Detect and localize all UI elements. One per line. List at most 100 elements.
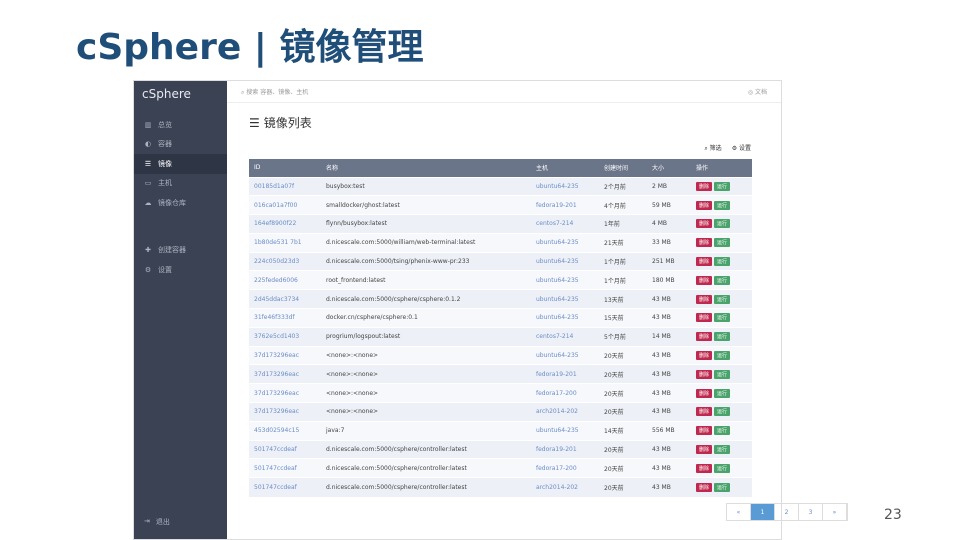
host[interactable]: centos7-214 [531, 214, 599, 234]
run-button[interactable]: 运行 [714, 219, 731, 229]
column-header[interactable]: ID [249, 159, 321, 177]
run-button[interactable]: 运行 [714, 388, 731, 398]
run-button[interactable]: 运行 [714, 332, 731, 342]
size: 2 MB [647, 176, 691, 196]
delete-button[interactable]: 删除 [696, 482, 713, 492]
run-button[interactable]: 运行 [714, 294, 731, 304]
delete-button[interactable]: 删除 [696, 200, 713, 210]
host[interactable]: ubuntu64-235 [531, 176, 599, 196]
delete-button[interactable]: 删除 [696, 313, 713, 323]
image-id[interactable]: 37d173296eac [249, 345, 321, 365]
delete-button[interactable]: 删除 [696, 332, 713, 342]
sidebar-item[interactable]: ☰ 镜像 [134, 154, 227, 174]
image-id[interactable]: 37d173296eac [249, 383, 321, 403]
run-button[interactable]: 运行 [714, 257, 731, 267]
run-button[interactable]: 运行 [714, 407, 731, 417]
sidebar-item[interactable]: ✚ 创建容器 [134, 241, 227, 261]
image-id[interactable]: 2d45ddac3734 [249, 289, 321, 309]
sidebar-item-label: 创建容器 [158, 246, 186, 255]
image-id[interactable]: 225feded6006 [249, 270, 321, 290]
host[interactable]: ubuntu64-235 [531, 251, 599, 271]
delete-button[interactable]: 删除 [696, 219, 713, 229]
run-button[interactable]: 运行 [714, 463, 731, 473]
host[interactable]: ubuntu64-235 [531, 232, 599, 253]
page-button[interactable]: 3 [799, 504, 823, 520]
created: 1个月前 [599, 270, 647, 290]
image-id[interactable]: 00185d1a07f [249, 176, 321, 196]
sidebar-item-label: 容器 [158, 140, 172, 149]
run-button[interactable]: 运行 [714, 200, 731, 210]
run-button[interactable]: 运行 [714, 275, 731, 285]
page-button[interactable]: 2 [775, 504, 799, 520]
run-button[interactable]: 运行 [714, 238, 731, 248]
host[interactable]: arch2014-202 [531, 402, 599, 422]
image-id[interactable]: 37d173296eac [249, 402, 321, 422]
delete-button[interactable]: 删除 [696, 369, 713, 379]
delete-button[interactable]: 删除 [696, 238, 713, 248]
page-button[interactable]: « [727, 504, 751, 520]
delete-button[interactable]: 删除 [696, 351, 713, 361]
table-row: 1b80de531 7b1 d.nicescale.com:5000/willia… [249, 232, 752, 253]
delete-button[interactable]: 删除 [696, 181, 713, 191]
delete-button[interactable]: 删除 [696, 463, 713, 473]
image-id[interactable]: 501747ccdeaf [249, 458, 321, 478]
run-button[interactable]: 运行 [714, 181, 731, 191]
image-id[interactable]: 3762e5cd1403 [249, 326, 321, 347]
actions: 删除 运行 [691, 176, 752, 196]
column-header: 名称 [321, 159, 531, 177]
image-id[interactable]: 501747ccdeaf [249, 477, 321, 497]
sidebar-item[interactable]: ⚙ 设置 [134, 260, 227, 280]
host[interactable]: centos7-214 [531, 326, 599, 347]
table-row: 00185d1a07f busybox:test ubuntu64-235 2个月前 2… [249, 176, 752, 196]
host[interactable]: ubuntu64-235 [531, 270, 599, 290]
delete-button[interactable]: 删除 [696, 294, 713, 304]
run-button[interactable]: 运行 [714, 445, 731, 455]
settings-button[interactable]: ⚙ 设置 [732, 143, 751, 153]
image-id[interactable]: 016ca01a7f00 [249, 195, 321, 215]
table-row: 2d45ddac3734 d.nicescale.com:5000/csphere… [249, 289, 752, 309]
delete-button[interactable]: 删除 [696, 445, 713, 455]
delete-button[interactable]: 删除 [696, 407, 713, 417]
image-name: d.nicescale.com:5000/csphere/csphere:0.1… [321, 289, 531, 309]
size: 43 MB [647, 345, 691, 365]
sidebar-item-label: 设置 [158, 265, 172, 274]
host[interactable]: fedora19-201 [531, 195, 599, 215]
image-id[interactable]: 31fe46f333df [249, 308, 321, 328]
host[interactable]: fedora17-200 [531, 458, 599, 478]
page-button[interactable]: » [823, 504, 847, 520]
size: 43 MB [647, 383, 691, 403]
created: 20天前 [599, 383, 647, 403]
image-id[interactable]: 453d02594c15 [249, 420, 321, 441]
search-input[interactable]: ⌕ 搜索 容器、镜像、主机 [241, 87, 308, 97]
sidebar-item[interactable]: ☁ 镜像仓库 [134, 193, 227, 213]
image-id[interactable]: 224c050d23d3 [249, 251, 321, 271]
host[interactable]: ubuntu64-235 [531, 289, 599, 309]
delete-button[interactable]: 删除 [696, 426, 713, 436]
host[interactable]: fedora19-201 [531, 439, 599, 459]
host[interactable]: ubuntu64-235 [531, 420, 599, 441]
run-button[interactable]: 运行 [714, 369, 731, 379]
page-button[interactable]: 1 [751, 504, 775, 520]
run-button[interactable]: 运行 [714, 351, 731, 361]
image-id[interactable]: 164ef8900f22 [249, 214, 321, 234]
sidebar-item[interactable]: ▭ 主机 [134, 174, 227, 194]
docs-link[interactable]: ◎ 文档 [748, 87, 767, 96]
filter-button[interactable]: ⌕ 筛选 [704, 143, 721, 153]
delete-button[interactable]: 删除 [696, 388, 713, 398]
host[interactable]: arch2014-202 [531, 477, 599, 497]
host[interactable]: ubuntu64-235 [531, 345, 599, 365]
host[interactable]: fedora19-201 [531, 364, 599, 384]
run-button[interactable]: 运行 [714, 426, 731, 436]
image-id[interactable]: 1b80de531 7b1 [249, 232, 321, 253]
sidebar-item[interactable]: ◐ 容器 [134, 135, 227, 155]
delete-button[interactable]: 删除 [696, 275, 713, 285]
sidebar-item[interactable]: ▥ 总览 [134, 115, 227, 135]
run-button[interactable]: 运行 [714, 313, 731, 323]
image-id[interactable]: 501747ccdeaf [249, 439, 321, 459]
logout-button[interactable]: ⇥ 退出 [144, 517, 170, 527]
host[interactable]: ubuntu64-235 [531, 308, 599, 328]
delete-button[interactable]: 删除 [696, 257, 713, 267]
host[interactable]: fedora17-200 [531, 383, 599, 403]
run-button[interactable]: 运行 [714, 482, 731, 492]
image-id[interactable]: 37d173296eac [249, 364, 321, 384]
